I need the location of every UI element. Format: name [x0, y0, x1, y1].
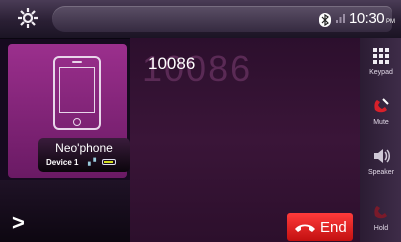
- hang-up-icon: [295, 224, 315, 232]
- phone-call-screen: 10:30 PM Neo'phone Device 1 ▖▘ > 10086 1…: [0, 0, 401, 242]
- dialed-number: 10086: [148, 54, 196, 73]
- battery-icon: [102, 159, 116, 165]
- hold-icon: [374, 206, 387, 219]
- device-label: Device 1: [46, 158, 79, 167]
- signal-bars-icon: ▖▘: [88, 159, 99, 166]
- settings-gear-icon[interactable]: [16, 6, 40, 30]
- speaker-icon: [374, 149, 390, 163]
- mute-icon: [374, 98, 389, 113]
- keypad-icon: [373, 48, 389, 64]
- device-name: Neo'phone: [55, 141, 113, 155]
- status-bar: 10:30 PM: [0, 0, 401, 39]
- clock-ampm: PM: [386, 19, 395, 25]
- mute-button[interactable]: Mute: [362, 94, 400, 134]
- expand-arrow-icon[interactable]: >: [12, 210, 25, 236]
- signal-icon: [336, 14, 345, 23]
- speaker-button[interactable]: Speaker: [362, 144, 400, 184]
- phone-icon: [53, 56, 101, 130]
- hold-label: Hold: [373, 225, 389, 232]
- bluetooth-icon: [319, 13, 331, 27]
- mute-label: Mute: [373, 119, 389, 126]
- device-info: Neo'phone Device 1 ▖▘: [38, 138, 130, 172]
- keypad-label: Keypad: [369, 69, 393, 76]
- keypad-button[interactable]: Keypad: [362, 44, 400, 84]
- hold-button[interactable]: Hold: [362, 200, 400, 240]
- end-call-button[interactable]: End: [287, 213, 353, 241]
- speaker-label: Speaker: [367, 169, 395, 176]
- clock-time: 10:30: [349, 10, 385, 27]
- end-call-label: End: [320, 219, 347, 236]
